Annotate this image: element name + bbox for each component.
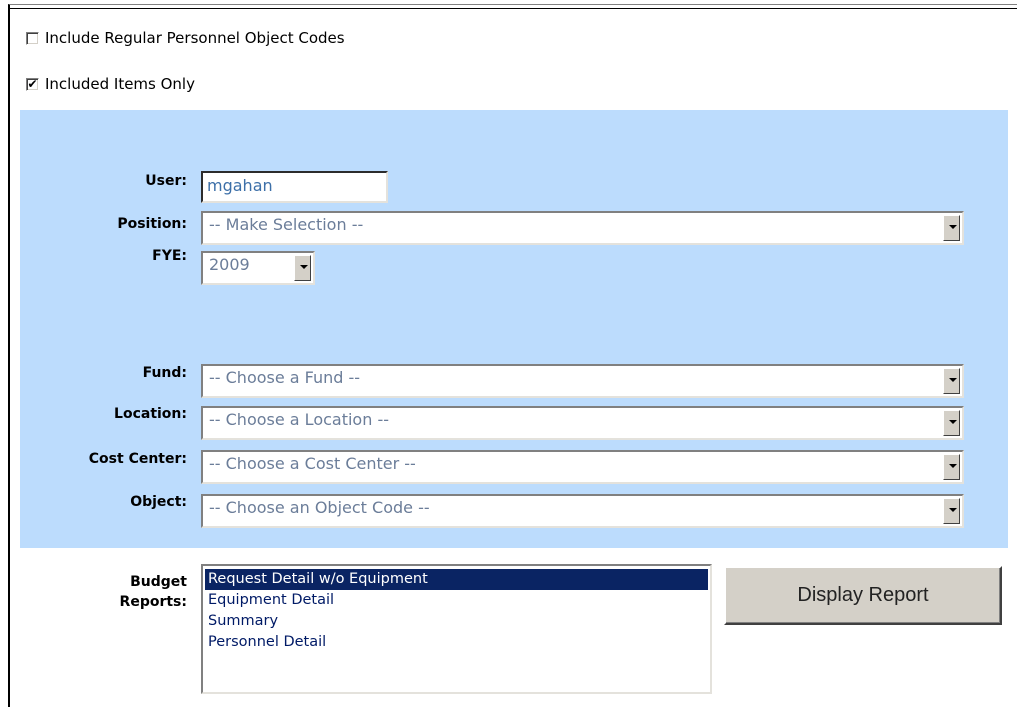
position-select[interactable]: -- Make Selection -- — [201, 211, 964, 245]
location-value: -- Choose a Location -- — [209, 410, 389, 429]
chevron-down-icon[interactable] — [943, 368, 960, 394]
fye-select[interactable]: 2009 — [201, 251, 315, 285]
budget-reports-label: Budget Reports: — [120, 572, 187, 612]
fye-label: FYE: — [152, 248, 187, 264]
chevron-down-icon[interactable] — [943, 498, 960, 524]
user-label: User: — [145, 173, 187, 189]
position-label: Position: — [117, 216, 187, 232]
object-value: -- Choose an Object Code -- — [209, 498, 430, 517]
chevron-down-icon[interactable] — [943, 410, 960, 436]
cost-center-value: -- Choose a Cost Center -- — [209, 454, 416, 473]
list-item-personnel-detail[interactable]: Personnel Detail — [203, 632, 710, 653]
cost-center-label: Cost Center: — [88, 451, 187, 467]
included-only-row[interactable]: ✔ Included Items Only — [26, 75, 195, 93]
list-item-request-detail[interactable]: Request Detail w/o Equipment — [205, 569, 708, 590]
chevron-down-icon[interactable] — [943, 454, 960, 480]
fund-label: Fund: — [142, 365, 187, 381]
object-label: Object: — [130, 494, 187, 510]
fund-value: -- Choose a Fund -- — [209, 368, 361, 387]
budget-reports-label-line2: Reports: — [119, 594, 187, 610]
location-select[interactable]: -- Choose a Location -- — [201, 406, 964, 440]
include-personnel-row[interactable]: Include Regular Personnel Object Codes — [26, 29, 345, 47]
chevron-down-icon[interactable] — [943, 215, 960, 241]
cost-center-select[interactable]: -- Choose a Cost Center -- — [201, 450, 964, 484]
chevron-down-icon[interactable] — [294, 255, 311, 281]
user-input[interactable]: mgahan — [201, 171, 388, 203]
include-personnel-label: Include Regular Personnel Object Codes — [45, 29, 345, 47]
list-item-equipment-detail[interactable]: Equipment Detail — [203, 590, 710, 611]
list-item-summary[interactable]: Summary — [203, 611, 710, 632]
top-border — [10, 5, 1017, 9]
budget-reports-label-line1: Budget — [130, 574, 187, 590]
included-only-label: Included Items Only — [45, 75, 195, 93]
object-select[interactable]: -- Choose an Object Code -- — [201, 494, 964, 528]
fund-select[interactable]: -- Choose a Fund -- — [201, 364, 964, 398]
include-personnel-checkbox[interactable] — [26, 31, 39, 45]
display-report-button[interactable]: Display Report — [724, 566, 1002, 625]
fye-value: 2009 — [209, 255, 250, 274]
budget-reports-listbox[interactable]: Request Detail w/o Equipment Equipment D… — [201, 564, 712, 694]
location-label: Location: — [114, 406, 187, 422]
position-value: -- Make Selection -- — [209, 215, 364, 234]
included-only-checkbox[interactable]: ✔ — [26, 77, 39, 91]
